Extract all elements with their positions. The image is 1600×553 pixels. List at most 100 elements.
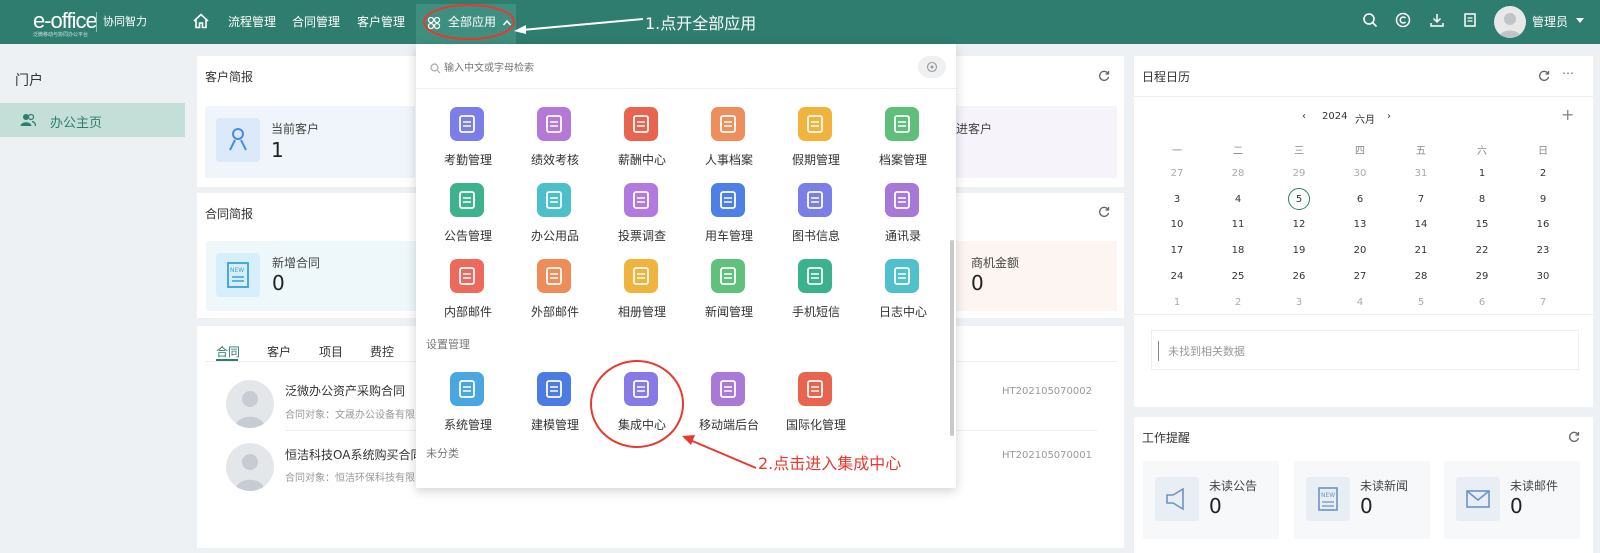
calendar-day[interactable]: 15 — [1462, 219, 1502, 230]
nav-workflow[interactable]: 流程管理 — [228, 13, 276, 30]
calendar-day[interactable]: 5 — [1279, 194, 1319, 205]
calendar-day[interactable]: 7 — [1523, 297, 1563, 308]
app-apps_row1-5[interactable]: 档案管理 — [863, 107, 943, 177]
calendar-day[interactable]: 1 — [1462, 168, 1502, 179]
app-apps_row3-0[interactable]: 内部邮件 — [428, 259, 508, 329]
calendar-day[interactable]: 2 — [1218, 297, 1258, 308]
app-apps_row3-3[interactable]: 新闻管理 — [689, 259, 769, 329]
tab-expense[interactable]: 费控 — [370, 343, 394, 360]
calendar-day[interactable]: 10 — [1157, 219, 1197, 230]
search-icon[interactable] — [1362, 12, 1378, 28]
app-apps_row1-0[interactable]: 考勤管理 — [428, 107, 508, 177]
app-apps_row3-1[interactable]: 外部邮件 — [515, 259, 595, 329]
refresh-icon[interactable] — [1098, 206, 1110, 218]
stat-followup-customer[interactable]: 跟进客户 1 — [932, 106, 1117, 178]
calendar-year[interactable]: 2024 — [1322, 111, 1347, 122]
calendar-day[interactable]: 29 — [1279, 168, 1319, 179]
stat-opportunity-amount[interactable]: 商机金额 0 — [951, 241, 1117, 311]
calendar-day[interactable]: 14 — [1401, 219, 1441, 230]
calendar-day[interactable]: 16 — [1523, 219, 1563, 230]
calendar-day[interactable]: 26 — [1279, 271, 1319, 282]
calendar-day[interactable]: 27 — [1340, 271, 1380, 282]
app-apps_row2-1[interactable]: 办公用品 — [515, 183, 595, 253]
contract-title[interactable]: 恒洁科技OA系统购买合同 — [285, 446, 422, 463]
user-name[interactable]: 管理员 — [1532, 13, 1568, 30]
tab-project[interactable]: 项目 — [319, 343, 343, 360]
app-apps_row1-4[interactable]: 假期管理 — [776, 107, 856, 177]
calendar-day[interactable]: 21 — [1401, 245, 1441, 256]
calendar-day[interactable]: 13 — [1340, 219, 1380, 230]
calendar-day[interactable]: 22 — [1462, 245, 1502, 256]
calendar-day[interactable]: 31 — [1401, 168, 1441, 179]
calendar-day[interactable]: 9 — [1523, 194, 1563, 205]
calendar-day[interactable]: 30 — [1523, 271, 1563, 282]
add-icon[interactable]: + — [1561, 105, 1574, 124]
app-apps_settings-1[interactable]: 建模管理 — [515, 372, 595, 442]
refresh-icon[interactable] — [1538, 70, 1550, 82]
app-search-input[interactable] — [428, 58, 918, 78]
copyright-icon[interactable] — [1395, 12, 1411, 28]
app-apps_row2-3[interactable]: 用车管理 — [689, 183, 769, 253]
calendar-day[interactable]: 4 — [1340, 297, 1380, 308]
calendar-day[interactable]: 30 — [1340, 168, 1380, 179]
more-icon[interactable]: ⋯ — [1562, 66, 1574, 80]
calendar-day[interactable]: 29 — [1462, 271, 1502, 282]
calendar-day[interactable]: 18 — [1218, 245, 1258, 256]
app-apps_row1-2[interactable]: 薪酬中心 — [602, 107, 682, 177]
app-apps_row2-4[interactable]: 图书信息 — [776, 183, 856, 253]
caret-down-icon[interactable] — [1576, 18, 1584, 24]
calendar-day[interactable]: 8 — [1462, 194, 1502, 205]
calendar-day[interactable]: 2 — [1523, 168, 1563, 179]
reminder-unread-news[interactable]: NEW 未读新闻 0 — [1294, 461, 1430, 539]
reminder-unread-notice[interactable]: 未读公告 0 — [1143, 461, 1279, 539]
calendar-day[interactable]: 28 — [1401, 271, 1441, 282]
calendar-day[interactable]: 5 — [1401, 297, 1441, 308]
app-apps_row2-2[interactable]: 投票调查 — [602, 183, 682, 253]
calendar-day[interactable]: 23 — [1523, 245, 1563, 256]
app-apps_row3-2[interactable]: 相册管理 — [602, 259, 682, 329]
dropdown-scrollbar[interactable] — [950, 240, 954, 436]
app-apps_settings-0[interactable]: 系统管理 — [428, 372, 508, 442]
calendar-day[interactable]: 4 — [1218, 194, 1258, 205]
calendar-day[interactable]: 25 — [1218, 271, 1258, 282]
nav-contract[interactable]: 合同管理 — [292, 13, 340, 30]
calendar-day[interactable]: 24 — [1157, 271, 1197, 282]
locate-button[interactable] — [918, 56, 946, 78]
tab-customer[interactable]: 客户 — [267, 343, 291, 360]
tab-contract[interactable]: 合同 — [216, 343, 240, 360]
calendar-month[interactable]: 六月 — [1355, 111, 1375, 126]
app-apps_row1-3[interactable]: 人事档案 — [689, 107, 769, 177]
calendar-day[interactable]: 20 — [1340, 245, 1380, 256]
calendar-prev-icon[interactable]: ‹ — [1302, 111, 1306, 122]
nav-customer[interactable]: 客户管理 — [357, 13, 405, 30]
home-icon[interactable] — [192, 12, 210, 30]
app-apps_row2-5[interactable]: 通讯录 — [863, 183, 943, 253]
refresh-icon[interactable] — [1098, 70, 1110, 82]
calendar-day[interactable]: 3 — [1157, 194, 1197, 205]
calendar-day[interactable]: 11 — [1218, 219, 1258, 230]
calendar-next-icon[interactable]: › — [1387, 111, 1391, 122]
calendar-day[interactable]: 28 — [1218, 168, 1258, 179]
stat-current-customer[interactable]: 当前客户 1 — [205, 106, 415, 178]
app-apps_row3-4[interactable]: 手机短信 — [776, 259, 856, 329]
calendar-day[interactable]: 3 — [1279, 297, 1319, 308]
document-icon[interactable] — [1462, 12, 1478, 28]
download-icon[interactable] — [1429, 12, 1445, 28]
calendar-day[interactable]: 7 — [1401, 194, 1441, 205]
avatar[interactable] — [1494, 6, 1526, 38]
calendar-day[interactable]: 19 — [1279, 245, 1319, 256]
stat-new-contract[interactable]: NEW 新增合同 0 — [206, 241, 416, 311]
app-apps_row2-0[interactable]: 公告管理 — [428, 183, 508, 253]
contract-title[interactable]: 泛微办公资产采购合同 — [285, 382, 405, 399]
refresh-icon[interactable] — [1568, 431, 1580, 443]
app-apps_row3-5[interactable]: 日志中心 — [863, 259, 943, 329]
sidebar-item-home[interactable]: 办公主页 — [0, 103, 185, 137]
reminder-unread-mail[interactable]: 未读邮件 0 — [1444, 461, 1580, 539]
calendar-day[interactable]: 12 — [1279, 219, 1319, 230]
app-apps_row1-1[interactable]: 绩效考核 — [515, 107, 595, 177]
calendar-day[interactable]: 27 — [1157, 168, 1197, 179]
calendar-day[interactable]: 6 — [1340, 194, 1380, 205]
calendar-day[interactable]: 17 — [1157, 245, 1197, 256]
calendar-day[interactable]: 6 — [1462, 297, 1502, 308]
calendar-day[interactable]: 1 — [1157, 297, 1197, 308]
